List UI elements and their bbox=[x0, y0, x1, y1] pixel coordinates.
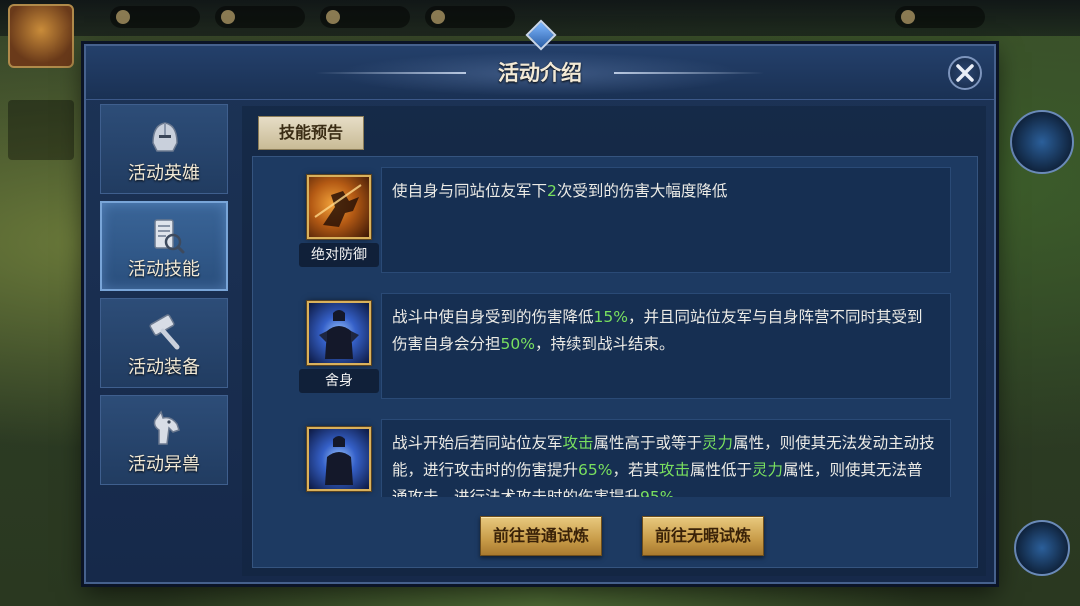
hammer-icon bbox=[149, 314, 180, 350]
action-button[interactable] bbox=[1014, 520, 1070, 576]
desc-text: 使自身与同站位友军下 bbox=[392, 182, 548, 200]
skill-name: 绝对防御 bbox=[299, 243, 379, 267]
desc-text: 战斗开始后若同站位友军 bbox=[392, 434, 563, 452]
sidebar-item-beasts[interactable]: 活动异兽 bbox=[100, 395, 228, 485]
knight-silhouette-icon bbox=[319, 310, 359, 359]
dialog-title: 活动介绍 bbox=[498, 60, 582, 85]
player-avatar[interactable] bbox=[8, 4, 74, 68]
skill-description: 使自身与同站位友军下2次受到的伤害大幅度降低 bbox=[381, 167, 951, 273]
close-icon bbox=[956, 64, 974, 82]
desc-highlight: 灵力 bbox=[702, 434, 734, 452]
desc-highlight: 灵力 bbox=[752, 461, 784, 479]
skill-icon-wrap bbox=[299, 419, 379, 497]
title-bar: 活动介绍 bbox=[86, 19, 994, 100]
close-button[interactable] bbox=[948, 56, 982, 90]
desc-highlight: 50% bbox=[500, 335, 535, 353]
activity-intro-dialog: 活动介绍 活动英雄 活动技能 活动装备 活动异兽 技能预告 绝对防御 使自身与同… bbox=[84, 19, 996, 584]
flawless-trial-button[interactable]: 前往无暇试炼 bbox=[642, 516, 764, 556]
sacrifice-icon[interactable] bbox=[307, 301, 371, 365]
sidebar-item-label: 活动技能 bbox=[128, 259, 200, 280]
resource-slot bbox=[320, 6, 410, 28]
desc-text: ，若其 bbox=[612, 461, 659, 479]
desc-highlight: 攻击 bbox=[658, 461, 690, 479]
resource-slot bbox=[110, 6, 200, 28]
desc-highlight: 2 bbox=[547, 182, 557, 200]
skill-icon-wrap: 绝对防御 bbox=[299, 167, 379, 267]
desc-text: 战斗中使自身受到的伤害降低 bbox=[392, 308, 594, 326]
skill-icon-wrap: 舍身 bbox=[299, 293, 379, 393]
normal-trial-button[interactable]: 前往普通试炼 bbox=[480, 516, 602, 556]
skill-content-box: 绝对防御 使自身与同站位友军下2次受到的伤害大幅度降低 舍身 战斗中使自身受到的… bbox=[252, 156, 978, 568]
desc-text: 属性低于 bbox=[690, 461, 753, 479]
desc-text: 次受到的伤害大幅度降低 bbox=[556, 182, 728, 200]
resource-slot bbox=[895, 6, 985, 28]
main-panel: 技能预告 绝对防御 使自身与同站位友军下2次受到的伤害大幅度降低 舍身 战斗中使… bbox=[242, 106, 986, 576]
knight-silhouette-icon bbox=[325, 436, 353, 485]
sidebar-item-skills[interactable]: 活动技能 bbox=[100, 201, 228, 291]
skill-description: 战斗中使自身受到的伤害降低15%，并且同站位友军与自身阵营不同时其受到伤害自身会… bbox=[381, 293, 951, 399]
desc-text: ，持续到战斗结束。 bbox=[534, 335, 675, 353]
absolute-defense-icon[interactable] bbox=[307, 175, 371, 239]
horse-head-icon bbox=[153, 410, 180, 445]
helmet-icon bbox=[152, 122, 178, 152]
sidebar-item-label: 活动装备 bbox=[128, 357, 200, 378]
skill-list[interactable]: 绝对防御 使自身与同站位友军下2次受到的伤害大幅度降低 舍身 战斗中使自身受到的… bbox=[253, 167, 979, 497]
warrior-silhouette-icon bbox=[314, 184, 362, 227]
desc-text: 属性高于或等于 bbox=[593, 434, 703, 452]
sidebar-item-label: 活动英雄 bbox=[128, 163, 200, 184]
tab-skill-preview[interactable]: 技能预告 bbox=[258, 116, 364, 150]
map-button[interactable] bbox=[1010, 110, 1074, 174]
knight-skill-icon[interactable] bbox=[307, 427, 371, 491]
desc-highlight: 攻击 bbox=[562, 434, 594, 452]
sidebar-item-label: 活动异兽 bbox=[128, 454, 200, 475]
resource-slot bbox=[215, 6, 305, 28]
desc-highlight: 65% bbox=[578, 461, 613, 479]
resource-slot bbox=[425, 6, 515, 28]
skill-name: 舍身 bbox=[299, 369, 379, 393]
side-widget[interactable] bbox=[8, 100, 74, 160]
sidebar-item-heroes[interactable]: 活动英雄 bbox=[100, 104, 228, 194]
skill-description: 战斗开始后若同站位友军攻击属性高于或等于灵力属性，则使其无法发动主动技能，进行攻… bbox=[381, 419, 951, 497]
sidebar-item-equipment[interactable]: 活动装备 bbox=[100, 298, 228, 388]
desc-highlight: 15% bbox=[593, 308, 628, 326]
skill-scroll-icon bbox=[154, 219, 185, 254]
desc-highlight: 95% bbox=[640, 488, 675, 497]
